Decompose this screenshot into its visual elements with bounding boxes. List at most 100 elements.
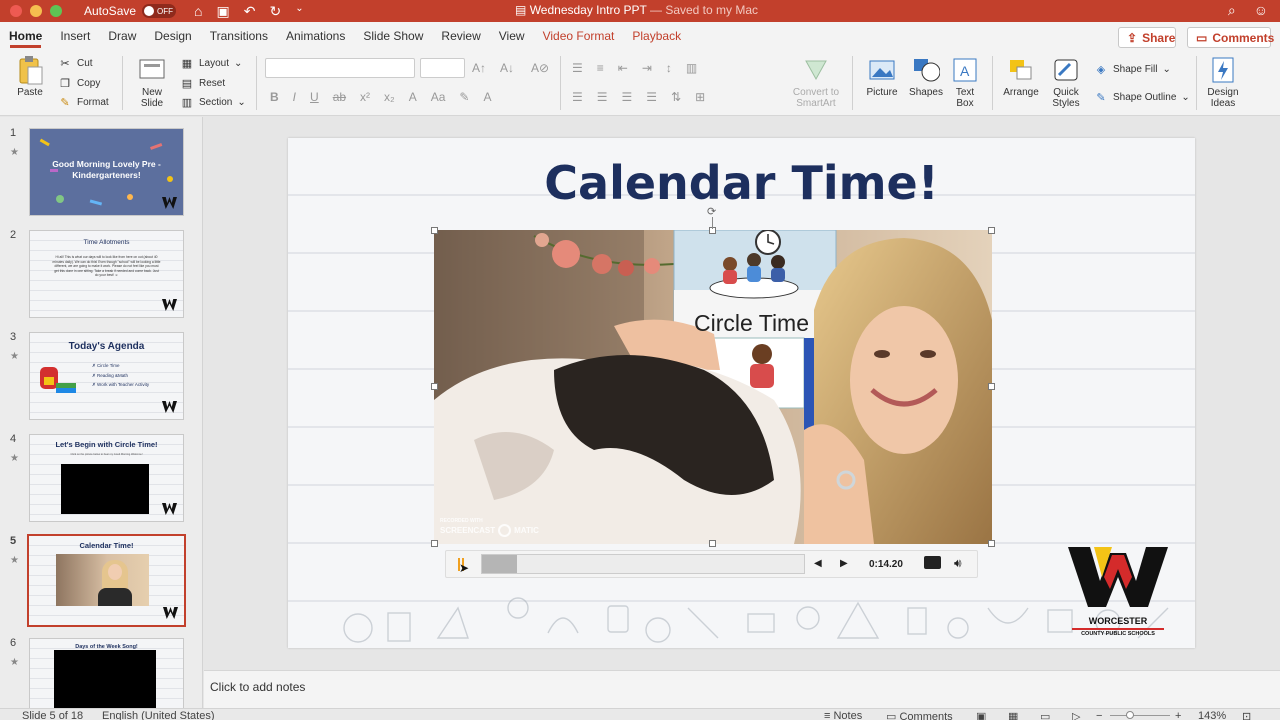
- align-center-icon[interactable]: ☰: [597, 90, 608, 104]
- underline-icon[interactable]: U: [310, 90, 319, 104]
- tab-video-format[interactable]: Video Format: [534, 22, 624, 50]
- notes-placeholder[interactable]: Click to add notes: [210, 680, 305, 694]
- tab-slide-show[interactable]: Slide Show: [354, 22, 432, 50]
- increase-font-size-icon[interactable]: A↑: [472, 61, 486, 75]
- new-slide-button[interactable]: New Slide: [134, 56, 170, 109]
- change-case-icon[interactable]: Aa: [431, 90, 446, 104]
- decrease-font-size-icon[interactable]: A↓: [500, 61, 514, 75]
- tab-home[interactable]: Home: [0, 22, 51, 50]
- tab-transitions[interactable]: Transitions: [201, 22, 277, 50]
- clear-formatting-icon[interactable]: A⊘: [531, 61, 549, 75]
- tab-playback[interactable]: Playback: [623, 22, 690, 50]
- tab-view[interactable]: View: [490, 22, 534, 50]
- feedback-smiley-icon[interactable]: ☺: [1254, 2, 1268, 19]
- slideshow-view-icon[interactable]: ▷: [1072, 710, 1080, 720]
- volume-icon[interactable]: 🔊︎: [954, 556, 962, 571]
- quick-styles-button[interactable]: Quick Styles: [1047, 56, 1085, 109]
- skip-back-icon[interactable]: ◀︎: [814, 558, 822, 569]
- font-color-icon[interactable]: A: [483, 90, 491, 104]
- paste-button[interactable]: Paste: [12, 56, 48, 98]
- slide-thumbnail-5[interactable]: Calendar Time!: [27, 534, 186, 627]
- autosave-control[interactable]: AutoSave OFF: [84, 4, 177, 18]
- shape-outline-button[interactable]: ✎ Shape Outline ⌄: [1094, 91, 1189, 104]
- zoom-slider[interactable]: [1110, 715, 1170, 716]
- resize-handle[interactable]: [709, 540, 716, 547]
- resize-handle[interactable]: [431, 540, 438, 547]
- slide-sorter-icon[interactable]: ▦: [1008, 710, 1018, 720]
- maximize-window-button[interactable]: [50, 5, 62, 17]
- text-box-button[interactable]: A Text Box: [950, 56, 980, 109]
- slide-thumbnail-1[interactable]: Good Morning Lovely Pre - Kindergartener…: [29, 128, 184, 216]
- shapes-button[interactable]: Shapes: [905, 56, 947, 98]
- redo-icon[interactable]: ↻: [269, 3, 281, 20]
- layout-button[interactable]: ▦ Layout ⌄: [180, 57, 243, 70]
- increase-indent-icon[interactable]: ⇥: [642, 61, 652, 75]
- search-icon[interactable]: ⌕: [1228, 2, 1236, 19]
- slide-thumbnail-6[interactable]: Days of the Week Song!: [29, 638, 184, 710]
- reading-view-icon[interactable]: ▭: [1040, 710, 1050, 720]
- video-progress-bar[interactable]: [481, 554, 805, 574]
- tab-insert[interactable]: Insert: [51, 22, 99, 50]
- normal-view-icon[interactable]: ▣: [976, 710, 986, 720]
- line-spacing-icon[interactable]: ↕: [666, 61, 672, 75]
- language-indicator[interactable]: English (United States): [102, 710, 215, 720]
- close-window-button[interactable]: [10, 5, 22, 17]
- picture-button[interactable]: Picture: [862, 56, 902, 98]
- slide-thumbnail-3[interactable]: Today's Agenda ✗ Circle Time ✗ Reading &…: [29, 332, 184, 420]
- tab-draw[interactable]: Draw: [99, 22, 145, 50]
- customize-toolbar-icon[interactable]: ⌄: [295, 3, 303, 20]
- resize-handle[interactable]: [988, 540, 995, 547]
- zoom-slider-thumb[interactable]: [1126, 711, 1134, 719]
- slide-thumbnail-4[interactable]: Let's Begin with Circle Time! Click on t…: [29, 434, 184, 522]
- convert-to-smartart-button[interactable]: Convert to SmartArt: [788, 56, 844, 109]
- align-text-icon[interactable]: ⊞: [695, 90, 705, 104]
- highlight-icon[interactable]: ✎: [459, 90, 469, 104]
- notes-toggle[interactable]: ≡ Notes: [824, 710, 862, 720]
- subscript-icon[interactable]: x₂: [384, 90, 395, 104]
- zoom-out-icon[interactable]: −: [1096, 710, 1102, 720]
- undo-icon[interactable]: ↶: [244, 3, 256, 20]
- reset-button[interactable]: ▤ Reset: [180, 77, 225, 90]
- format-painter-button[interactable]: ✎ Format: [58, 96, 108, 109]
- comments-button[interactable]: ▭ Comments: [1187, 27, 1274, 48]
- minimize-window-button[interactable]: [30, 5, 42, 17]
- italic-icon[interactable]: I: [293, 90, 296, 104]
- tab-design[interactable]: Design: [145, 22, 200, 50]
- bold-icon[interactable]: B: [270, 90, 279, 104]
- tab-animations[interactable]: Animations: [277, 22, 354, 50]
- slide-thumbnail-2[interactable]: Time Allotments Hi all! This is what our…: [29, 230, 184, 318]
- home-icon[interactable]: ⌂: [194, 3, 202, 20]
- align-left-icon[interactable]: ☰: [572, 90, 583, 104]
- skip-forward-icon[interactable]: ▶︎: [840, 558, 848, 569]
- resize-handle[interactable]: [988, 383, 995, 390]
- bullets-icon[interactable]: ☰: [572, 61, 583, 75]
- justify-icon[interactable]: ☰: [646, 90, 657, 104]
- fit-to-window-icon[interactable]: ⊡: [1242, 710, 1251, 720]
- numbering-icon[interactable]: ≡: [597, 61, 604, 75]
- resize-handle[interactable]: [988, 227, 995, 234]
- autosave-toggle[interactable]: OFF: [142, 4, 177, 18]
- notes-pane[interactable]: Click to add notes: [204, 670, 1280, 708]
- design-ideas-button[interactable]: Design Ideas: [1204, 56, 1242, 109]
- zoom-level[interactable]: 143%: [1198, 710, 1226, 720]
- tab-review[interactable]: Review: [432, 22, 489, 50]
- resize-handle[interactable]: [431, 383, 438, 390]
- share-button[interactable]: ⇪ Share: [1118, 27, 1176, 48]
- zoom-in-icon[interactable]: +: [1175, 710, 1181, 720]
- section-button[interactable]: ▥ Section ⌄: [180, 96, 246, 109]
- strikethrough-icon[interactable]: ab: [333, 90, 346, 104]
- align-right-icon[interactable]: ☰: [622, 90, 633, 104]
- columns-icon[interactable]: ▥: [686, 61, 697, 75]
- font-size-field[interactable]: [420, 58, 465, 78]
- shape-fill-button[interactable]: ◈ Shape Fill ⌄: [1094, 63, 1171, 76]
- captions-icon[interactable]: [924, 556, 941, 569]
- text-effects-icon[interactable]: A: [409, 90, 417, 104]
- copy-button[interactable]: ❐ Copy: [58, 77, 100, 90]
- slide-title[interactable]: Calendar Time!: [288, 156, 1195, 210]
- text-direction-icon[interactable]: ⇅: [671, 90, 681, 104]
- arrange-button[interactable]: Arrange: [1000, 56, 1042, 98]
- comments-toggle[interactable]: ▭ Comments: [886, 710, 953, 720]
- cut-button[interactable]: ✂ Cut: [58, 57, 92, 70]
- decrease-indent-icon[interactable]: ⇤: [618, 61, 628, 75]
- resize-handle[interactable]: [431, 227, 438, 234]
